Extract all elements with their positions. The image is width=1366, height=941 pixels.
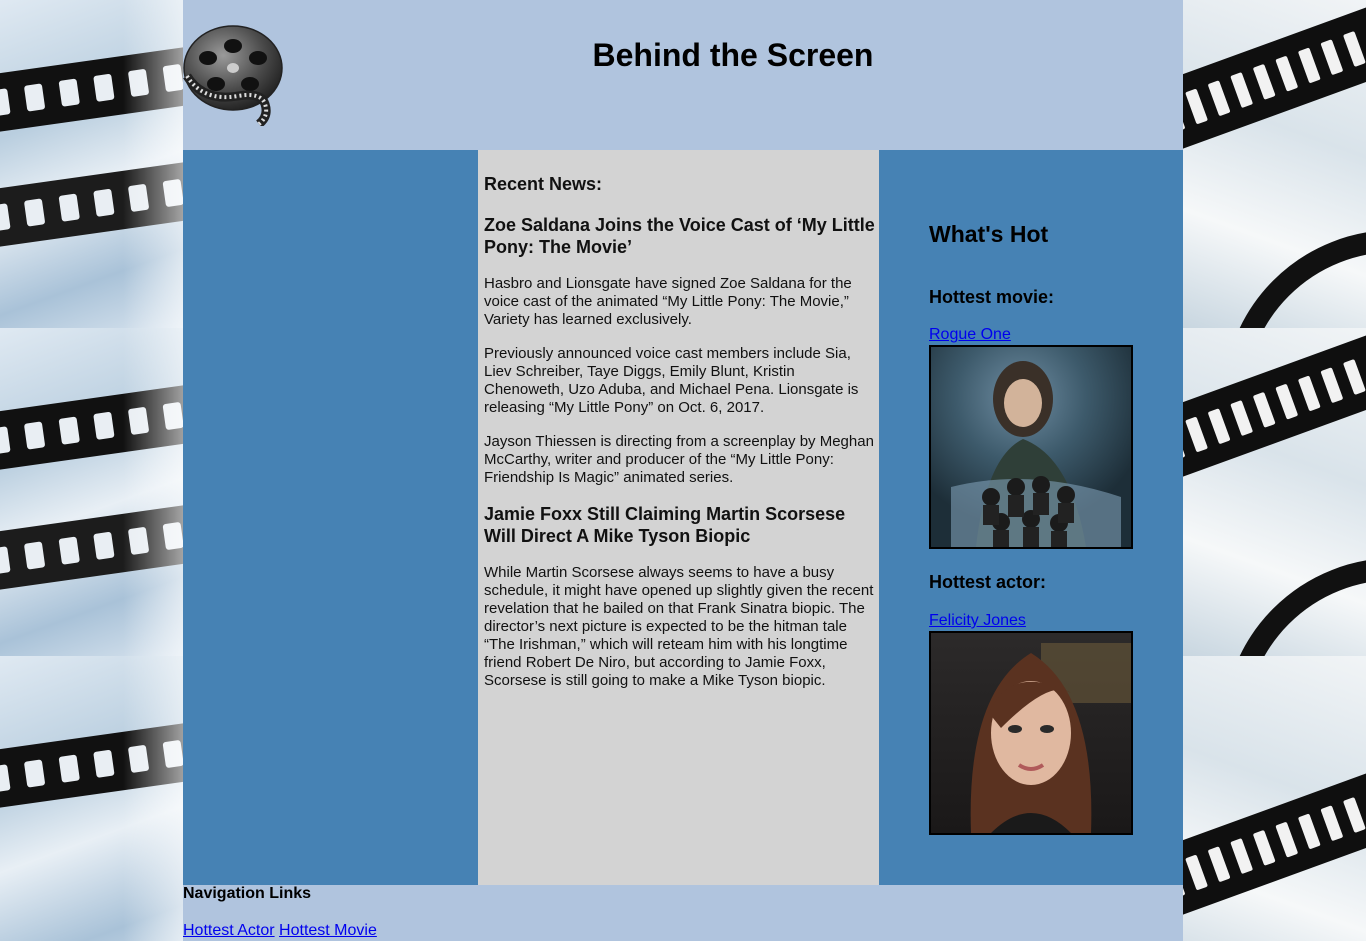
background-film-strip-right bbox=[1183, 0, 1366, 941]
whats-hot-sidebar: What's Hot Hottest movie: Rogue One Hott… bbox=[879, 150, 1183, 885]
actor-portrait-image[interactable] bbox=[929, 631, 1133, 835]
nav-link-hottest-movie[interactable]: Hottest Movie bbox=[279, 922, 377, 939]
article-title: Jamie Foxx Still Claiming Martin Scorses… bbox=[484, 504, 846, 546]
movie-poster-image[interactable] bbox=[929, 345, 1133, 549]
hottest-movie-link[interactable]: Rogue One bbox=[929, 326, 1011, 344]
hottest-movie-label: Hottest movie: bbox=[929, 287, 1055, 307]
hottest-actor-link[interactable]: Felicity Jones bbox=[929, 612, 1026, 630]
navigation-links: Hottest Actor Hottest Movie bbox=[183, 922, 377, 940]
whats-hot-heading: What's Hot bbox=[929, 221, 1049, 247]
page-container: Behind the Screen Recent News: Zoe Salda… bbox=[183, 0, 1183, 941]
article-paragraph: While Martin Scorsese always seems to ha… bbox=[484, 564, 874, 689]
site-header: Behind the Screen bbox=[183, 0, 1183, 150]
left-column bbox=[183, 150, 478, 885]
nav-link-hottest-actor[interactable]: Hottest Actor bbox=[183, 922, 275, 939]
background-film-strip-left bbox=[0, 0, 183, 941]
site-title: Behind the Screen bbox=[592, 37, 874, 73]
navigation-links-heading: Navigation Links bbox=[183, 885, 312, 902]
news-article: Zoe Saldana Joins the Voice Cast of ‘My … bbox=[484, 214, 875, 487]
article-title: Zoe Saldana Joins the Voice Cast of ‘My … bbox=[484, 215, 875, 257]
article-paragraph: Jayson Thiessen is directing from a scre… bbox=[484, 433, 874, 486]
news-column: Recent News: Zoe Saldana Joins the Voice… bbox=[478, 150, 879, 885]
site-footer: Navigation Links Hottest Actor Hottest M… bbox=[183, 885, 1183, 941]
news-article: Jamie Foxx Still Claiming Martin Scorses… bbox=[484, 503, 875, 690]
hottest-actor-label: Hottest actor: bbox=[929, 572, 1047, 592]
article-paragraph: Previously announced voice cast members … bbox=[484, 345, 859, 416]
news-heading: Recent News: bbox=[484, 174, 603, 194]
article-paragraph: Hasbro and Lionsgate have signed Zoe Sal… bbox=[484, 275, 852, 328]
